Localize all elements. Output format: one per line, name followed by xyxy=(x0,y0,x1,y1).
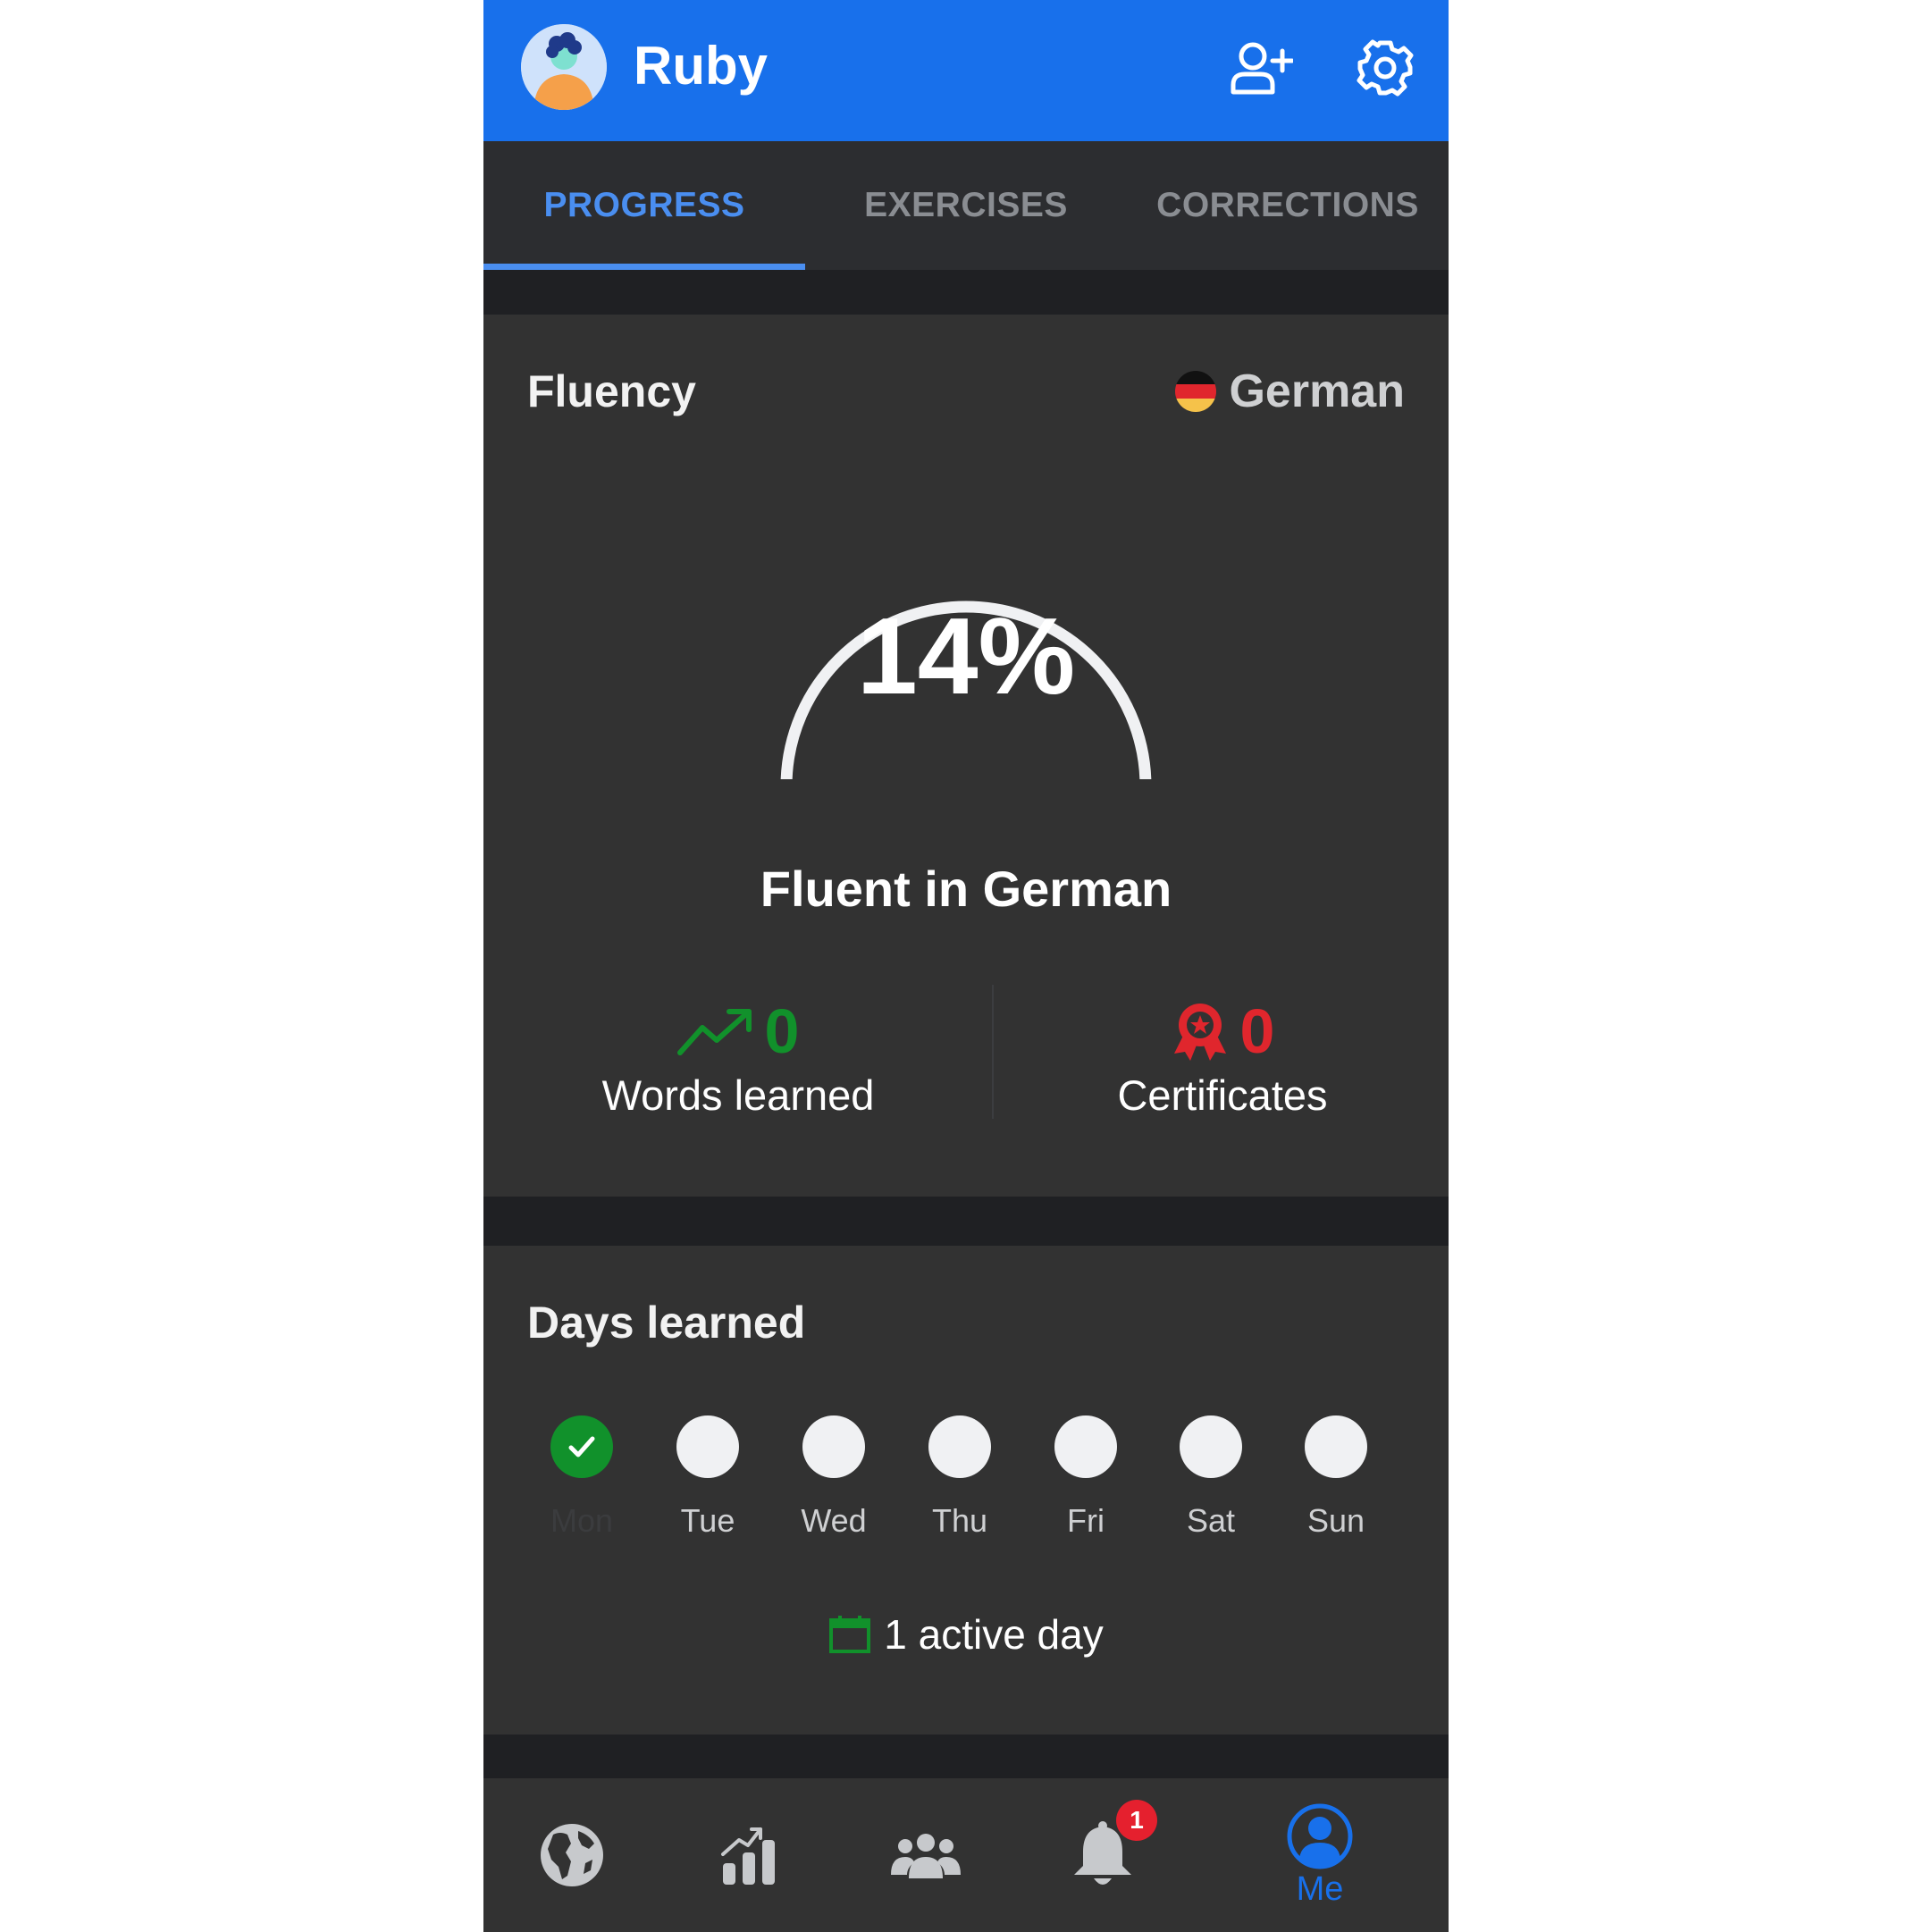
app-header: Ruby xyxy=(483,0,1449,141)
bottom-navigation: 1 Me xyxy=(483,1778,1449,1932)
day-mon: Mon xyxy=(528,1415,635,1541)
nav-stats[interactable] xyxy=(660,1778,837,1932)
certificates-count: 0 xyxy=(1239,996,1275,1066)
day-label: Wed xyxy=(801,1502,867,1539)
tab-bar: PROGRESS EXERCISES CORRECTIONS xyxy=(483,141,1449,270)
gear-icon xyxy=(1357,39,1414,97)
day-dot-done xyxy=(550,1415,613,1478)
avatar-illustration xyxy=(521,24,607,110)
add-friend-button[interactable] xyxy=(1225,34,1297,102)
day-sun: Sun xyxy=(1282,1415,1390,1541)
days-learned-card: Days learned Mon Tue Wed Thu Fri Sat Sun… xyxy=(483,1246,1449,1735)
week-days-row: Mon Tue Wed Thu Fri Sat Sun xyxy=(528,1415,1404,1558)
fluent-in-label: Fluent in German xyxy=(760,861,1172,917)
avatar[interactable] xyxy=(521,24,607,110)
tab-progress[interactable]: PROGRESS xyxy=(483,141,805,270)
settings-button[interactable] xyxy=(1349,34,1421,102)
username: Ruby xyxy=(634,36,768,96)
day-dot xyxy=(1054,1415,1117,1478)
nav-me-label: Me xyxy=(1296,1870,1344,1908)
words-learned-stat[interactable]: 0 Words learned xyxy=(515,995,962,1122)
app-screen: Ruby PROGRESS EXERCISES CORRECTIONS Flue… xyxy=(483,0,1449,1932)
day-label: Tue xyxy=(680,1502,735,1539)
words-learned-count: 0 xyxy=(764,996,800,1066)
day-label: Mon xyxy=(550,1502,614,1539)
trending-up-icon xyxy=(676,1009,752,1055)
certificate-icon xyxy=(1173,1004,1226,1061)
add-user-icon xyxy=(1231,42,1293,95)
globe-icon xyxy=(541,1824,603,1886)
day-label: Thu xyxy=(931,1502,988,1539)
community-icon xyxy=(891,1834,961,1878)
nav-explore[interactable] xyxy=(483,1778,660,1932)
fluency-percent: 14% xyxy=(856,595,1076,717)
notification-badge: 1 xyxy=(1116,1800,1157,1841)
nav-me[interactable]: Me xyxy=(1191,1778,1449,1932)
active-days-summary: 1 active day xyxy=(483,1610,1449,1659)
day-thu: Thu xyxy=(906,1415,1013,1541)
tab-corrections[interactable]: CORRECTIONS xyxy=(1127,141,1449,270)
certificates-stat[interactable]: 0 Certificates xyxy=(999,995,1446,1122)
checkmark-icon xyxy=(568,1436,595,1457)
nav-notifications[interactable]: 1 xyxy=(1014,1778,1191,1932)
day-label: Fri xyxy=(1067,1502,1105,1539)
tab-exercises[interactable]: EXERCISES xyxy=(805,141,1127,270)
day-dot xyxy=(1305,1415,1367,1478)
tab-exercises-label: EXERCISES xyxy=(864,186,1068,224)
active-days-label: 1 active day xyxy=(884,1611,1104,1658)
certificates-label: Certificates xyxy=(1117,1071,1328,1119)
day-dot xyxy=(1180,1415,1242,1478)
day-label: Sat xyxy=(1186,1502,1236,1539)
day-dot xyxy=(676,1415,739,1478)
tab-corrections-label: CORRECTIONS xyxy=(1156,186,1419,224)
stats-divider xyxy=(992,985,994,1119)
day-dot xyxy=(802,1415,865,1478)
calendar-icon xyxy=(829,1616,871,1653)
profile-icon xyxy=(1287,1803,1353,1869)
tab-progress-label: PROGRESS xyxy=(543,186,745,224)
active-tab-indicator xyxy=(483,264,805,270)
words-learned-label: Words learned xyxy=(601,1071,875,1119)
bar-chart-icon xyxy=(721,1827,775,1885)
day-label: Sun xyxy=(1306,1502,1365,1539)
day-dot xyxy=(928,1415,991,1478)
days-learned-title: Days learned xyxy=(527,1298,806,1348)
day-wed: Wed xyxy=(780,1415,887,1541)
day-tue: Tue xyxy=(654,1415,761,1541)
fluency-card: Fluency German 14% Fluent in German 0 Wo… xyxy=(483,315,1449,1197)
day-sat: Sat xyxy=(1157,1415,1264,1541)
day-fri: Fri xyxy=(1032,1415,1139,1541)
nav-community[interactable] xyxy=(837,1778,1014,1932)
